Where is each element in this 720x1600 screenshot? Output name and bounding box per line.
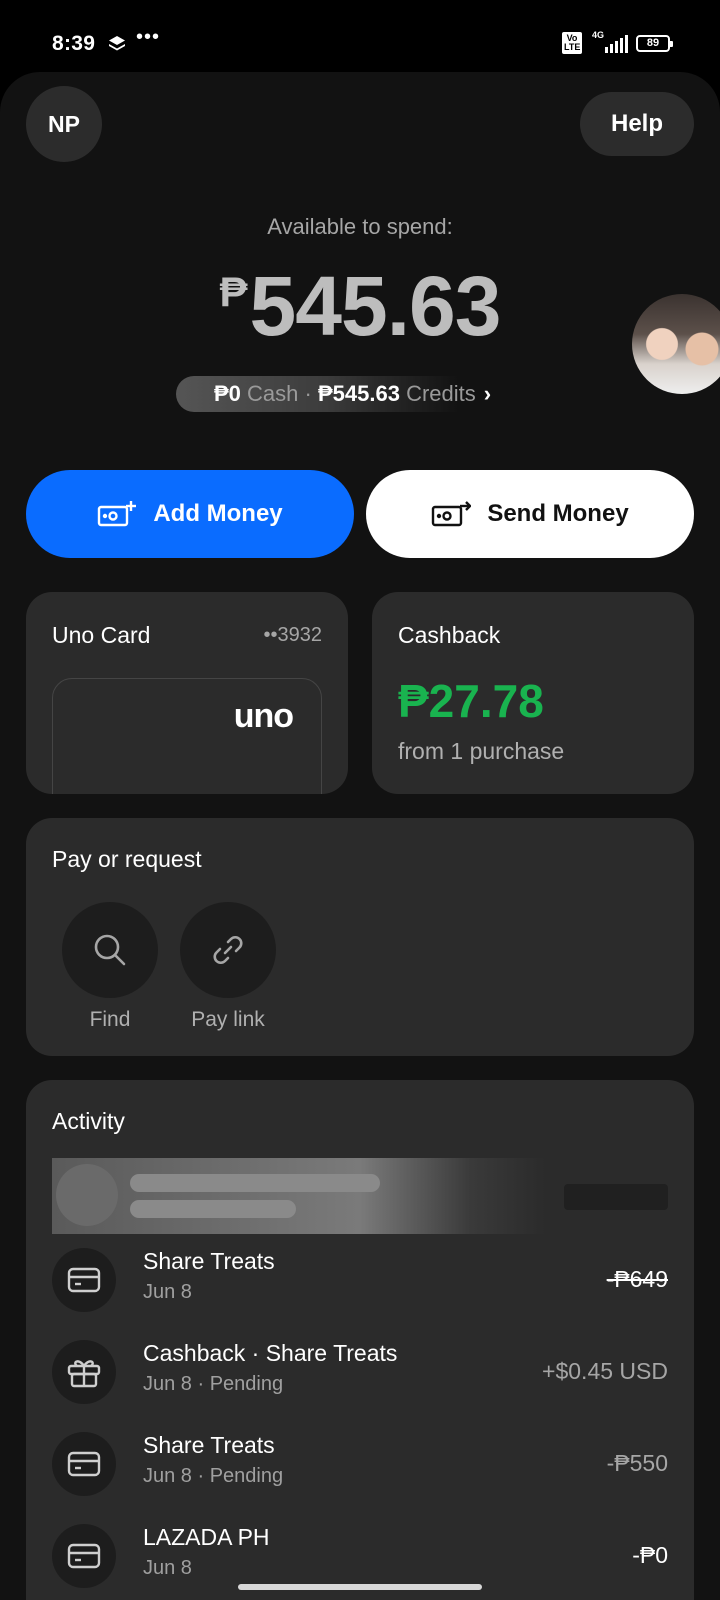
chevron-right-icon: › [483,381,492,406]
battery-icon: 89 [636,34,673,52]
avatar[interactable]: NP [26,86,102,162]
transaction-title: Cashback · Share Treats [143,1340,398,1366]
pay-link-circle [180,902,276,998]
transaction-row[interactable]: Cashback · Share Treats Jun 8 · Pending … [52,1330,668,1410]
find-label: Find [89,1008,131,1031]
uno-logo: uno [233,697,294,735]
transaction-amount: -₱0 [632,1542,668,1568]
transaction-amount: -₱550 [606,1450,668,1476]
pay-link-button[interactable]: Pay link [180,902,276,1032]
app-screen: NP Help Available to spend: ₱545.63 ₱0 C… [0,72,720,1600]
layers-icon [109,36,125,51]
cashback-tile[interactable]: Cashback ₱27.78 from 1 purchase [372,592,694,794]
cashback-amount: ₱27.78 [398,675,544,727]
signal-icon: 4G [590,30,628,53]
available-label: Available to spend: [267,214,453,239]
card-icon [52,1432,116,1496]
wallet-send-icon [432,501,472,527]
transaction-date: Jun 8 [143,1281,192,1303]
credits-label: Credits [406,381,476,406]
placeholder-avatar [56,1164,118,1226]
gift-icon [52,1340,116,1404]
status-bar: 8:39 ••• Vo LTE 4G 89 [0,0,720,80]
pay-or-request-section: Pay or request Find Pay link [26,818,694,1056]
transaction-title: Share Treats [143,1432,275,1458]
transaction-row[interactable]: Share Treats Jun 8 -₱649 [52,1238,668,1318]
cashback-subtitle: from 1 purchase [398,738,565,764]
action-buttons: Add Money Send Money [26,470,694,558]
transaction-amount: +$0.45 USD [542,1358,668,1384]
uno-card-title: Uno Card [52,622,151,648]
pay-or-request-title: Pay or request [52,846,202,872]
send-money-button[interactable]: Send Money [366,470,694,558]
balance-value: 545.63 [249,259,502,353]
transaction-date: Jun 8 · Pending [143,1465,284,1487]
placeholder-line [130,1174,380,1192]
wallet-add-icon [98,501,137,527]
activity-loading-placeholder [52,1158,668,1234]
send-money-label: Send Money [487,500,629,527]
transaction-title: LAZADA PH [143,1524,270,1550]
cashback-title: Cashback [398,622,501,648]
network-type: 4G [592,30,605,40]
transaction-title: Share Treats [143,1248,275,1274]
credits-amount: ₱545.63 [317,381,400,406]
avatar-initials: NP [48,110,80,137]
cash-amount: ₱0 [214,381,241,406]
transaction-amount: -₱649 [606,1266,668,1292]
placeholder-line [130,1200,296,1218]
uno-card-number: ••3932 [263,624,323,646]
volte-icon: Vo LTE [562,32,582,54]
link-icon [213,936,243,964]
pay-link-label: Pay link [191,1008,265,1031]
more-notifications-icon: ••• [136,26,161,48]
find-circle [62,902,158,998]
add-money-button[interactable]: Add Money [26,470,354,558]
balance-amount: ₱545.63 [0,258,720,355]
transaction-row[interactable]: Share Treats Jun 8 · Pending -₱550 [52,1422,668,1502]
home-indicator[interactable] [238,1584,482,1590]
uno-card-tile[interactable]: Uno Card ••3932 uno [26,592,348,794]
card-icon [52,1248,116,1312]
activity-title: Activity [52,1108,125,1134]
floating-profile-photo[interactable] [632,294,720,394]
status-time: 8:39 [52,32,96,55]
balance-breakdown-button[interactable]: ₱0 Cash · ₱545.63 Credits › [176,376,510,412]
activity-section: Activity Share Treats Jun 8 -₱649 Cashba… [26,1080,694,1600]
placeholder-amount [564,1184,668,1210]
search-icon [94,934,126,966]
transaction-date: Jun 8 [143,1557,192,1579]
balance-currency: ₱ [219,268,248,315]
battery-level: 89 [646,36,660,49]
add-money-label: Add Money [153,500,283,527]
card-icon [52,1524,116,1588]
help-button[interactable]: Help [580,92,694,156]
transaction-row[interactable]: LAZADA PH Jun 8 -₱0 [52,1514,668,1594]
cash-label: Cash · [247,381,312,406]
card-preview: uno [52,678,322,794]
find-button[interactable]: Find [62,902,158,1032]
transaction-date: Jun 8 · Pending [143,1373,284,1395]
